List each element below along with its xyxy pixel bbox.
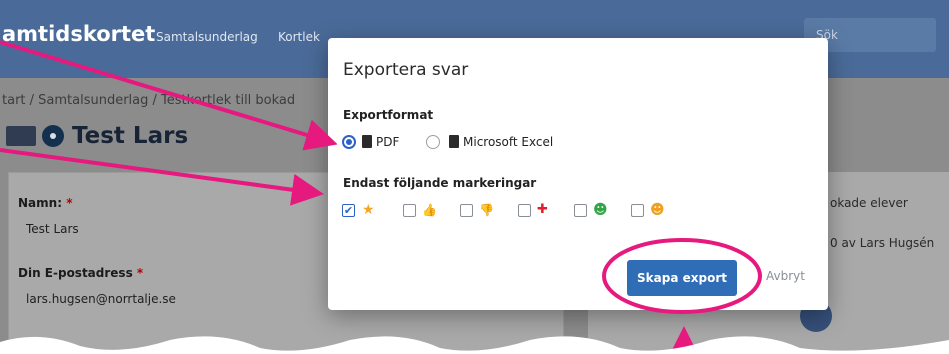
- checkbox-smile[interactable]: [574, 204, 587, 217]
- email-label: Din E-postadress *: [18, 266, 144, 280]
- thumbs-down-icon: 👎: [479, 203, 494, 217]
- email-value: lars.hugsen@norrtalje.se: [26, 292, 176, 306]
- export-format-label: Exportformat: [343, 108, 434, 122]
- nav-link-kortlek[interactable]: Kortlek: [278, 30, 320, 44]
- checkbox-thumbs-up[interactable]: [403, 204, 416, 217]
- option-excel-label[interactable]: Microsoft Excel: [463, 135, 553, 149]
- radio-pdf[interactable]: [342, 135, 356, 149]
- name-value: Test Lars: [26, 222, 79, 236]
- checkbox-thumbs-down[interactable]: [460, 204, 473, 217]
- create-export-button[interactable]: Skapa export: [627, 260, 737, 296]
- thumbs-up-icon: 👍: [422, 203, 437, 217]
- info-line-2: 0 av Lars Hugsén: [830, 236, 935, 250]
- radio-excel[interactable]: [426, 135, 440, 149]
- checkbox-neutral[interactable]: [631, 204, 644, 217]
- cancel-button[interactable]: Avbryt: [766, 269, 805, 283]
- nav-link-samtalsunderlag[interactable]: Samtalsunderlag: [156, 30, 258, 44]
- star-icon: ★: [362, 202, 375, 218]
- option-pdf-label[interactable]: PDF: [376, 135, 399, 149]
- checkbox-pin[interactable]: [518, 204, 531, 217]
- page-title: Test Lars: [72, 123, 189, 149]
- breadcrumb[interactable]: tart / Samtalsunderlag / Testkortlek til…: [2, 93, 295, 108]
- pin-icon: ✚: [537, 202, 548, 217]
- smile-icon: ☻: [593, 202, 608, 218]
- info-line-1: okade elever: [830, 196, 908, 210]
- name-label: Namn: *: [18, 196, 73, 210]
- export-modal: Exportera svar Exportformat PDF Microsof…: [328, 38, 828, 310]
- app-brand[interactable]: amtidskortet: [2, 22, 155, 46]
- id-card-icon: [6, 126, 36, 146]
- file-pdf-icon: [362, 135, 372, 148]
- file-excel-icon: [449, 135, 459, 148]
- page-header: Test Lars: [6, 120, 188, 152]
- checkbox-star[interactable]: ✔: [342, 204, 355, 217]
- modal-title: Exportera svar: [343, 60, 469, 80]
- neutral-face-icon: ☻: [650, 202, 665, 218]
- markings-label: Endast följande markeringar: [343, 176, 537, 190]
- user-circle-icon: [42, 125, 64, 147]
